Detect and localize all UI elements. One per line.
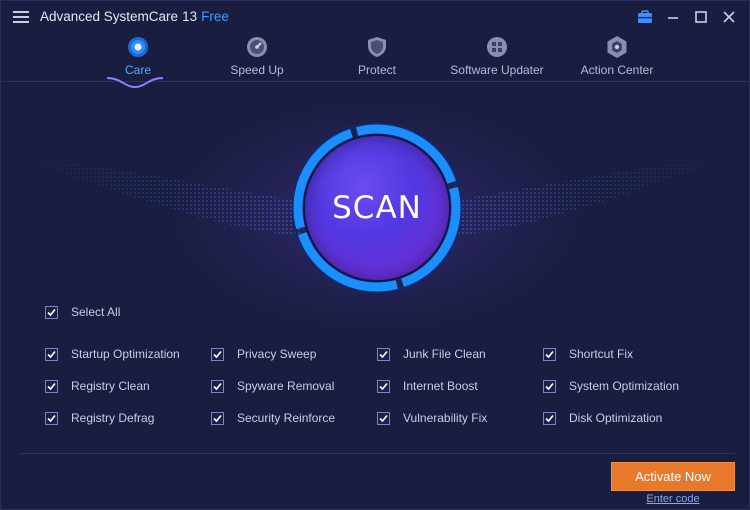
tab-protect[interactable]: Protect [317, 35, 437, 77]
tab-speed-up-label: Speed Up [230, 63, 284, 77]
scan-core: SCAN [305, 136, 449, 280]
option-label: Startup Optimization [71, 347, 180, 361]
tab-protect-label: Protect [357, 63, 396, 77]
updater-icon [485, 35, 509, 59]
option-label: System Optimization [569, 379, 680, 393]
option-label: Internet Boost [403, 379, 478, 393]
enter-code-link[interactable]: Enter code [611, 493, 735, 505]
hamburger-menu-icon[interactable] [13, 11, 29, 23]
action-center-icon [605, 35, 629, 59]
active-tab-indicator [106, 77, 164, 89]
option-label: Shortcut Fix [569, 347, 634, 361]
checkbox-checked-icon[interactable] [211, 347, 224, 361]
app-name: Advanced SystemCare [40, 9, 179, 24]
checkbox-checked-icon[interactable] [377, 347, 390, 361]
title-bar: Advanced SystemCare 13 Free [1, 1, 749, 33]
option-privacy-sweep[interactable]: Privacy Sweep [211, 347, 316, 361]
app-version: 13 [182, 9, 198, 24]
toolbox-icon[interactable] [635, 7, 655, 27]
option-shortcut-fix[interactable]: Shortcut Fix [543, 347, 633, 361]
tab-software-updater-label: Software Updater [450, 63, 544, 77]
option-junk-file-clean[interactable]: Junk File Clean [377, 347, 486, 361]
checkbox-checked-icon[interactable] [45, 411, 58, 425]
option-spyware-removal[interactable]: Spyware Removal [211, 379, 334, 393]
checkbox-checked-icon[interactable] [377, 411, 390, 425]
option-startup-optimization[interactable]: Startup Optimization [45, 347, 180, 361]
option-internet-boost[interactable]: Internet Boost [377, 379, 478, 393]
scan-label: SCAN [332, 190, 422, 226]
select-all-checkbox[interactable]: Select All [45, 305, 120, 319]
tab-software-updater[interactable]: Software Updater [437, 35, 557, 77]
option-system-optimization[interactable]: System Optimization [543, 379, 679, 393]
edition-badge: Free [201, 9, 229, 24]
minimize-icon[interactable] [663, 7, 683, 27]
option-label: Privacy Sweep [237, 347, 317, 361]
app-title: Advanced SystemCare 13 Free [40, 9, 229, 24]
tab-action-center[interactable]: Action Center [557, 35, 677, 77]
select-all-label: Select All [71, 305, 121, 319]
activate-now-button[interactable]: Activate Now [611, 462, 735, 491]
checkbox-checked-icon[interactable] [45, 379, 58, 393]
window-controls [635, 7, 739, 27]
checkbox-checked-icon[interactable] [45, 305, 58, 319]
option-label: Registry Clean [71, 379, 150, 393]
speedometer-icon [245, 35, 269, 59]
tab-care[interactable]: Care [78, 35, 198, 77]
option-registry-clean[interactable]: Registry Clean [45, 379, 150, 393]
tab-speed-up[interactable]: Speed Up [197, 35, 317, 77]
checkbox-checked-icon[interactable] [543, 347, 556, 361]
maximize-icon[interactable] [691, 7, 711, 27]
checkbox-checked-icon[interactable] [543, 379, 556, 393]
option-label: Vulnerability Fix [403, 411, 488, 425]
tab-action-center-label: Action Center [580, 63, 654, 77]
option-label: Disk Optimization [569, 411, 663, 425]
option-label: Junk File Clean [403, 347, 486, 361]
option-label: Spyware Removal [237, 379, 335, 393]
close-icon[interactable] [719, 7, 739, 27]
app-window: Advanced SystemCare 13 Free Care Speed U… [0, 0, 750, 510]
option-vulnerability-fix[interactable]: Vulnerability Fix [377, 411, 487, 425]
checkbox-checked-icon[interactable] [45, 347, 58, 361]
checkbox-checked-icon[interactable] [211, 379, 224, 393]
option-label: Security Reinforce [237, 411, 336, 425]
option-security-reinforce[interactable]: Security Reinforce [211, 411, 335, 425]
scan-button[interactable]: SCAN [291, 122, 463, 294]
option-label: Registry Defrag [71, 411, 155, 425]
shield-icon [365, 35, 389, 59]
option-disk-optimization[interactable]: Disk Optimization [543, 411, 662, 425]
footer-divider [19, 453, 735, 454]
care-icon [126, 35, 150, 59]
checkbox-checked-icon[interactable] [211, 411, 224, 425]
checkbox-checked-icon[interactable] [377, 379, 390, 393]
option-registry-defrag[interactable]: Registry Defrag [45, 411, 154, 425]
checkbox-checked-icon[interactable] [543, 411, 556, 425]
